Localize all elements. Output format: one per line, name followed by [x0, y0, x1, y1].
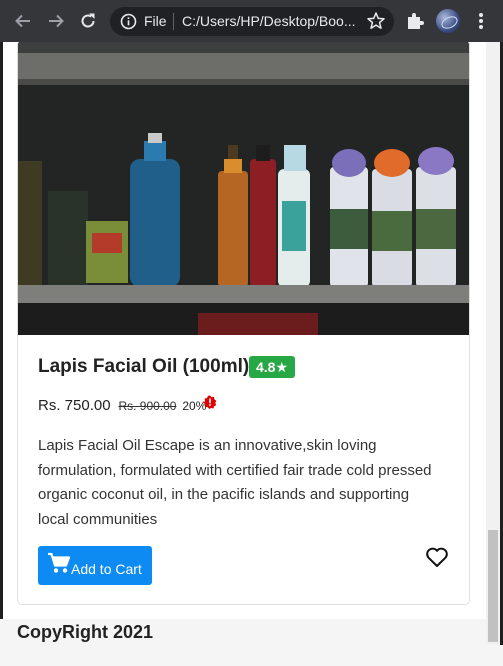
- browser-toolbar: File C:/Users/HP/Desktop/Boo...: [0, 0, 503, 42]
- page-footer: CopyRight 2021: [0, 619, 486, 645]
- rating-badge: 4.8★: [249, 356, 295, 378]
- alert-badge-icon: [203, 395, 217, 409]
- window-border: [0, 42, 3, 666]
- forward-arrow-icon[interactable]: [45, 10, 67, 32]
- url-text[interactable]: C:/Users/HP/Desktop/Boo...: [182, 13, 364, 30]
- back-arrow-icon[interactable]: [12, 10, 34, 32]
- shopping-cart-icon: [48, 552, 71, 573]
- info-icon[interactable]: [120, 13, 137, 30]
- wishlist-heart-icon[interactable]: [425, 546, 449, 568]
- reload-icon[interactable]: [77, 10, 99, 32]
- product-photo-icon: [18, 42, 469, 335]
- price-original: Rs. 900.00: [118, 399, 177, 413]
- more-menu-icon[interactable]: [474, 12, 488, 30]
- product-title: Lapis Facial Oil (100ml): [38, 356, 250, 377]
- price-current: Rs. 750.00: [38, 397, 111, 414]
- page-viewport: Lapis Facial Oil (100ml) 4.8★ Rs. 750.00…: [0, 42, 503, 666]
- scrollbar-thumb[interactable]: [488, 530, 498, 642]
- extensions-puzzle-icon[interactable]: [405, 11, 425, 31]
- product-card: Lapis Facial Oil (100ml) 4.8★ Rs. 750.00…: [17, 42, 470, 605]
- site-chip[interactable]: File: [144, 13, 167, 30]
- product-image: [18, 42, 469, 335]
- product-description: Lapis Facial Oil Escape is an innovative…: [38, 437, 432, 528]
- divider: [173, 13, 174, 30]
- price-row: Rs. 750.00 Rs. 900.00 20%: [38, 396, 206, 415]
- add-to-cart-label: Add to Cart: [71, 561, 142, 577]
- bookmark-star-icon[interactable]: [366, 11, 386, 31]
- profile-avatar[interactable]: [436, 9, 460, 33]
- add-to-cart-button[interactable]: Add to Cart: [38, 546, 152, 585]
- footer-copyright: CopyRight 2021: [17, 622, 154, 642]
- window-bottom: [0, 645, 503, 666]
- address-bar[interactable]: File C:/Users/HP/Desktop/Boo...: [110, 7, 394, 36]
